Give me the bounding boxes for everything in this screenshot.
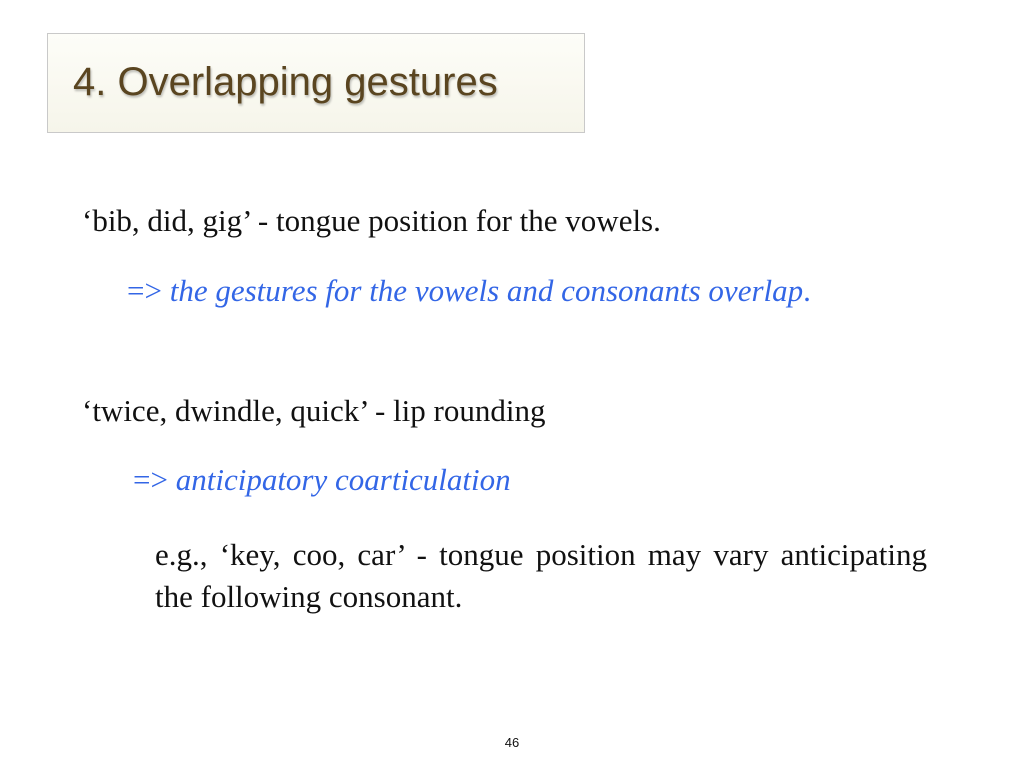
conclusion-anticipatory: => anticipatory coarticulation [133, 464, 511, 495]
bullet-bib-did-gig: ‘bib, did, gig’ - tongue position for th… [82, 203, 661, 238]
page-number: 46 [504, 735, 520, 750]
conclusion-gestures-overlap: => the gestures for the vowels and conso… [127, 275, 811, 306]
title-box: 4. Overlapping gestures [47, 33, 585, 133]
slide-title: 4. Overlapping gestures [73, 60, 498, 104]
example-key-coo-car: e.g., ‘key, coo, car’ - tongue position … [155, 537, 927, 614]
conclusion-text: anticipatory coarticulation [175, 462, 511, 497]
conclusion-text: the gestures for the vowels and consonan… [169, 273, 804, 308]
arrow-symbol: => [127, 273, 162, 308]
slide: 4. Overlapping gestures ‘bib, did, gig’ … [0, 0, 1024, 768]
bullet-twice-dwindle-quick: ‘twice, dwindle, quick’ - lip rounding [82, 393, 546, 428]
arrow-symbol: => [133, 462, 168, 497]
conclusion-period: . [803, 273, 811, 308]
